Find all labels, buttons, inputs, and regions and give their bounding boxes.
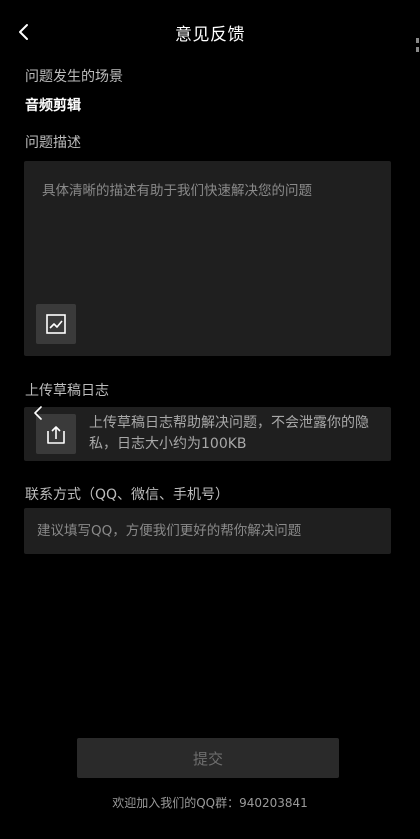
scene-value: 音频剪辑 — [25, 98, 81, 114]
contact-label: 联系方式（QQ、微信、手机号） — [25, 487, 230, 503]
scene-label: 问题发生的场景 — [25, 69, 123, 85]
floating-back-button[interactable] — [29, 403, 47, 423]
page-title: 意见反馈 — [175, 25, 245, 45]
upload-log-panel[interactable]: 上传草稿日志帮助解决问题，不会泄露你的隐私，日志大小约为100KB — [24, 407, 391, 461]
edge-decoration — [414, 36, 420, 56]
chevron-left-icon — [34, 406, 42, 420]
qq-group-info: 欢迎加入我们的QQ群：940203841 — [112, 796, 308, 810]
contact-input[interactable] — [37, 508, 382, 554]
description-label: 问题描述 — [25, 135, 81, 151]
description-panel — [24, 161, 391, 356]
feedback-page: 意见反馈 问题发生的场景 音频剪辑 问题描述 上传草稿日志 上传草稿日志帮助解决… — [0, 0, 420, 839]
add-image-button[interactable] — [36, 304, 76, 344]
contact-panel — [24, 508, 391, 554]
header: 意见反馈 — [0, 0, 420, 64]
submit-button[interactable]: 提交 — [77, 738, 339, 778]
upload-log-description: 上传草稿日志帮助解决问题，不会泄露你的隐私，日志大小约为100KB — [89, 415, 369, 452]
upload-icon — [47, 426, 65, 444]
description-input[interactable] — [42, 181, 372, 301]
upload-log-label: 上传草稿日志 — [25, 383, 109, 399]
image-icon — [46, 314, 66, 334]
